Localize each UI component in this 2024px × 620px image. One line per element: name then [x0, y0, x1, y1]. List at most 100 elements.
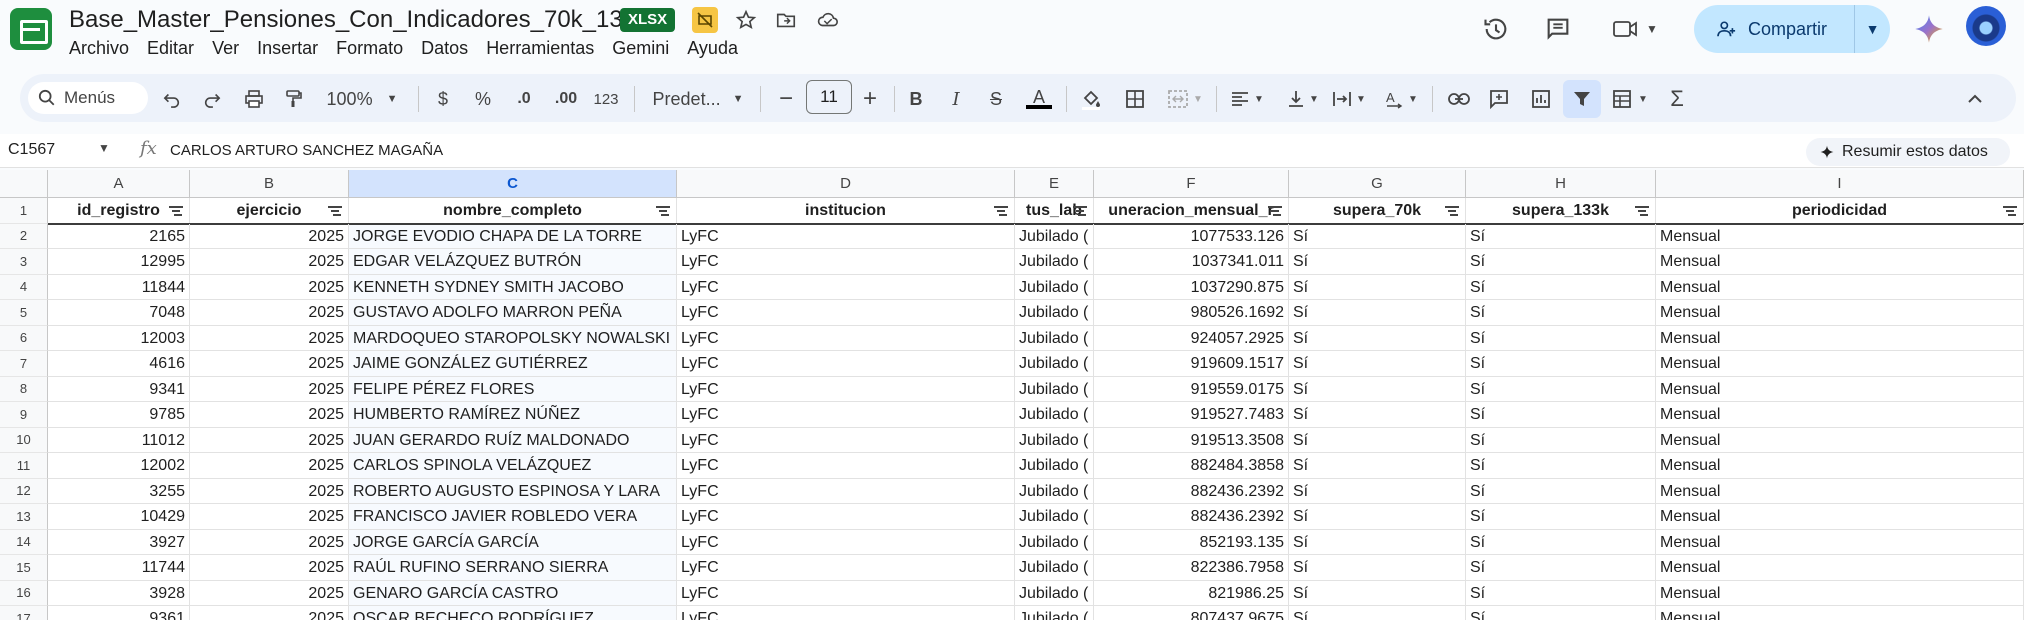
- borders-icon[interactable]: [1120, 84, 1150, 114]
- table-cell[interactable]: Sí: [1466, 453, 1656, 479]
- table-cell[interactable]: Sí: [1289, 580, 1466, 606]
- table-cell[interactable]: Sí: [1289, 478, 1466, 504]
- row-header[interactable]: 1: [0, 198, 48, 224]
- table-cell[interactable]: Jubilado (: [1015, 427, 1094, 453]
- table-cell[interactable]: 882484.3858: [1094, 453, 1289, 479]
- table-cell[interactable]: Sí: [1289, 427, 1466, 453]
- row-header[interactable]: 13: [0, 504, 48, 530]
- table-cell[interactable]: LyFC: [677, 274, 1015, 300]
- column-filter-icon[interactable]: [994, 206, 1008, 215]
- table-cell[interactable]: Sí: [1289, 529, 1466, 555]
- table-cell[interactable]: Sí: [1466, 606, 1656, 620]
- table-cell[interactable]: 2025: [190, 223, 349, 249]
- table-cell[interactable]: Mensual: [1656, 453, 2024, 479]
- spreadsheet-grid[interactable]: A B C D E F G H I 1 id_registro ejercicio nombre_com…: [0, 170, 2024, 620]
- increase-decimal-button[interactable]: .00: [548, 84, 584, 114]
- table-cell[interactable]: Sí: [1466, 274, 1656, 300]
- table-cell[interactable]: Jubilado (: [1015, 529, 1094, 555]
- table-cell[interactable]: LyFC: [677, 300, 1015, 326]
- share-button[interactable]: Compartir: [1694, 5, 1854, 53]
- column-header-i[interactable]: I: [1656, 170, 2024, 198]
- row-header[interactable]: 9: [0, 402, 48, 428]
- table-cell[interactable]: LyFC: [677, 402, 1015, 428]
- table-cell[interactable]: Mensual: [1656, 504, 2024, 530]
- table-cell[interactable]: Sí: [1289, 300, 1466, 326]
- table-cell[interactable]: Mensual: [1656, 351, 2024, 377]
- history-icon[interactable]: [1478, 12, 1514, 46]
- row-header[interactable]: 6: [0, 325, 48, 351]
- currency-format-button[interactable]: $: [430, 84, 456, 114]
- font-size-decrease-button[interactable]: −: [774, 84, 798, 114]
- column-header-c[interactable]: C: [349, 170, 677, 198]
- table-cell[interactable]: 11844: [48, 274, 190, 300]
- menu-gemini[interactable]: Gemini: [603, 36, 678, 60]
- table-cell[interactable]: 2025: [190, 427, 349, 453]
- table-cell[interactable]: Jubilado (: [1015, 606, 1094, 620]
- menus-search[interactable]: Menús: [28, 82, 148, 114]
- table-cell[interactable]: LyFC: [677, 580, 1015, 606]
- table-cell[interactable]: 980526.1692: [1094, 300, 1289, 326]
- table-cell[interactable]: ROBERTO AUGUSTO ESPINOSA Y LARA: [349, 478, 677, 504]
- column-header-h[interactable]: H: [1466, 170, 1656, 198]
- table-cell[interactable]: 919559.0175: [1094, 376, 1289, 402]
- insert-link-icon[interactable]: [1444, 84, 1474, 114]
- print-icon[interactable]: [240, 84, 268, 114]
- table-cell[interactable]: Jubilado (: [1015, 325, 1094, 351]
- table-cell[interactable]: MARDOQUEO STAROPOLSKY NOWALSKI: [349, 325, 677, 351]
- table-cell[interactable]: LyFC: [677, 504, 1015, 530]
- table-cell[interactable]: 2025: [190, 580, 349, 606]
- table-cell[interactable]: LyFC: [677, 376, 1015, 402]
- row-header[interactable]: 3: [0, 249, 48, 275]
- table-cell[interactable]: 919513.3508: [1094, 427, 1289, 453]
- table-cell[interactable]: LyFC: [677, 249, 1015, 275]
- table-cell[interactable]: 2025: [190, 453, 349, 479]
- table-cell[interactable]: 10429: [48, 504, 190, 530]
- table-cell[interactable]: Sí: [1466, 325, 1656, 351]
- redo-icon[interactable]: [198, 84, 226, 114]
- table-cell[interactable]: FELIPE PÉREZ FLORES: [349, 376, 677, 402]
- menu-herramientas[interactable]: Herramientas: [477, 36, 603, 60]
- table-cell[interactable]: Sí: [1466, 555, 1656, 581]
- table-cell[interactable]: Mensual: [1656, 249, 2024, 275]
- table-cell[interactable]: Mensual: [1656, 478, 2024, 504]
- insert-comment-icon[interactable]: [1484, 84, 1514, 114]
- select-all-corner[interactable]: [0, 170, 48, 198]
- table-cell[interactable]: 2025: [190, 376, 349, 402]
- table-cell[interactable]: Sí: [1466, 376, 1656, 402]
- offline-icon[interactable]: [692, 7, 718, 33]
- table-cell[interactable]: Sí: [1289, 376, 1466, 402]
- column-header-a[interactable]: A: [48, 170, 190, 198]
- table-cell[interactable]: Mensual: [1656, 223, 2024, 249]
- fill-color-icon[interactable]: [1076, 84, 1106, 114]
- table-cell[interactable]: Sí: [1289, 606, 1466, 620]
- table-cell[interactable]: RAÚL RUFINO SERRANO SIERRA: [349, 555, 677, 581]
- bold-button[interactable]: B: [904, 84, 928, 114]
- table-cell[interactable]: 2025: [190, 504, 349, 530]
- functions-icon[interactable]: Σ: [1664, 84, 1690, 114]
- table-cell[interactable]: Sí: [1289, 504, 1466, 530]
- table-cell[interactable]: Sí: [1289, 555, 1466, 581]
- table-cell[interactable]: 882436.2392: [1094, 478, 1289, 504]
- table-cell[interactable]: HUMBERTO RAMÍREZ NÚÑEZ: [349, 402, 677, 428]
- comments-icon[interactable]: [1540, 12, 1576, 46]
- table-cell[interactable]: Sí: [1289, 223, 1466, 249]
- header-cell-e[interactable]: tus_lab: [1015, 198, 1094, 224]
- table-cell[interactable]: JORGE EVODIO CHAPA DE LA TORRE: [349, 223, 677, 249]
- table-cell[interactable]: KENNETH SYDNEY SMITH JACOBO: [349, 274, 677, 300]
- table-cell[interactable]: LyFC: [677, 427, 1015, 453]
- table-cell[interactable]: 2025: [190, 325, 349, 351]
- table-cell[interactable]: 2025: [190, 351, 349, 377]
- table-cell[interactable]: Sí: [1466, 529, 1656, 555]
- meet-video-icon[interactable]: ▼: [1610, 12, 1660, 46]
- table-cell[interactable]: Sí: [1289, 453, 1466, 479]
- table-cell[interactable]: 12995: [48, 249, 190, 275]
- menu-archivo[interactable]: Archivo: [60, 36, 138, 60]
- row-header[interactable]: 17: [0, 606, 48, 620]
- font-size-input[interactable]: 11: [806, 80, 852, 114]
- decrease-decimal-button[interactable]: .0: [508, 84, 540, 114]
- column-filter-icon[interactable]: [328, 206, 342, 215]
- table-cell[interactable]: Mensual: [1656, 325, 2024, 351]
- column-header-g[interactable]: G: [1289, 170, 1466, 198]
- header-cell-b[interactable]: ejercicio: [190, 198, 349, 224]
- table-cell[interactable]: Mensual: [1656, 402, 2024, 428]
